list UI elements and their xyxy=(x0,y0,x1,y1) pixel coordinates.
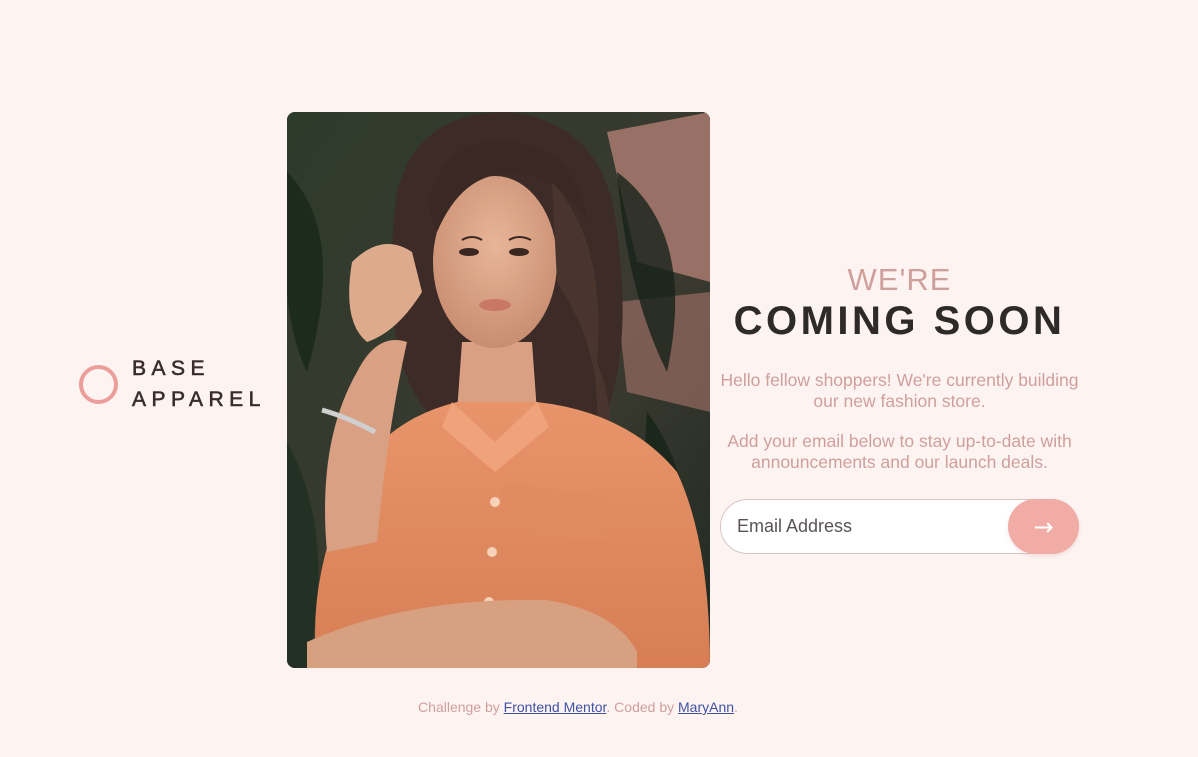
brand-logo[interactable]: BASE APPAREL xyxy=(79,358,266,410)
ring-logo-icon xyxy=(79,364,118,404)
title-bold: COMING SOON xyxy=(733,299,1066,343)
author-link[interactable]: MaryAnn xyxy=(678,699,734,715)
email-input[interactable] xyxy=(737,500,997,553)
intro-paragraph: Hello fellow shoppers! We're currently b… xyxy=(720,370,1079,411)
attribution: Challenge by Frontend Mentor. Coded by M… xyxy=(0,699,1156,715)
coming-soon-page: BASE APPAREL WE'RE COMING SOON Hello fel… xyxy=(0,0,1198,757)
cta-paragraph: Add your email below to stay up-to-date … xyxy=(727,431,1072,472)
email-signup-form: → xyxy=(720,499,1079,554)
hero-content: WE'RE COMING SOON Hello fellow shoppers!… xyxy=(720,262,1079,554)
attribution-prefix: Challenge by xyxy=(418,699,504,715)
attribution-middle: . Coded by xyxy=(606,699,679,715)
hero-photo xyxy=(287,112,710,668)
logo-wordmark: BASE APPAREL xyxy=(132,357,266,411)
hero-photo-illustration xyxy=(287,112,710,668)
title-light: WE'RE xyxy=(847,262,952,297)
frontend-mentor-link[interactable]: Frontend Mentor xyxy=(504,699,607,715)
page-title: WE'RE COMING SOON xyxy=(720,262,1079,344)
logo-word-apparel: APPAREL xyxy=(132,388,266,411)
submit-button[interactable]: → xyxy=(1008,499,1079,554)
attribution-suffix: . xyxy=(734,699,738,715)
arrow-right-icon: → xyxy=(1033,512,1054,541)
logo-word-base: BASE xyxy=(132,357,211,380)
